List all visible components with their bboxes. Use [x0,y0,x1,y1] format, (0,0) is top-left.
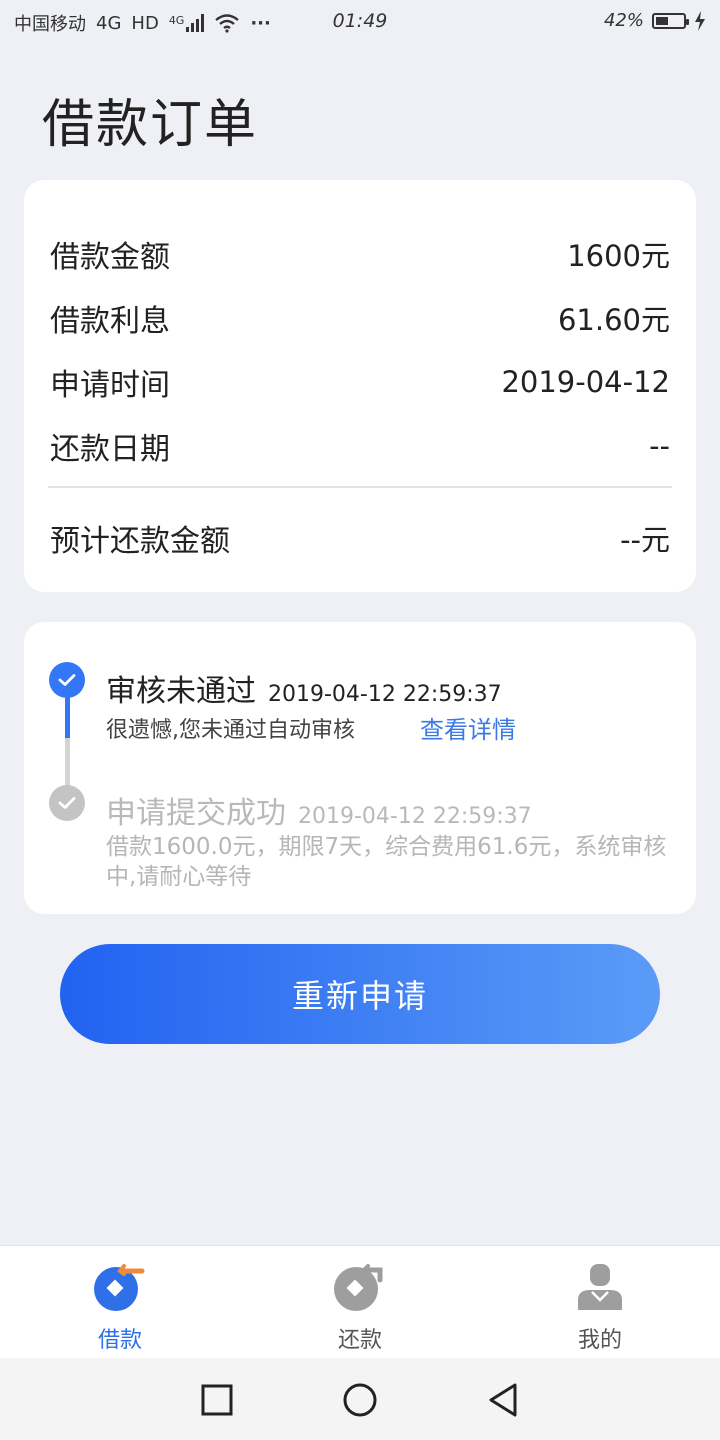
timeline-item-rejected: 审核未通过 2019-04-12 22:59:37 [106,666,502,710]
info-row-apply-time: 申请时间 2019-04-12 [50,360,670,404]
profile-icon [574,1262,626,1312]
timeline-title: 审核未通过 [106,674,256,709]
timeline-title: 申请提交成功 [106,796,286,831]
tab-repay[interactable]: 还款 [240,1246,480,1359]
timeline-item-submitted: 申请提交成功 2019-04-12 22:59:37 [106,788,532,832]
interest-value: 61.60元 [557,303,670,337]
amount-label: 借款金额 [50,240,170,275]
repay-icon [334,1262,386,1312]
view-details-link[interactable]: 查看详情 [420,710,516,745]
check-icon [49,785,85,821]
page-title: 借款订单 [42,95,259,155]
order-info-card: 借款金额 1600元 借款利息 61.60元 申请时间 2019-04-12 还… [24,180,696,592]
info-row-repay-date: 还款日期 -- [50,424,670,468]
page: 中国移动 4G HD 4G ··· 01:49 42% 借款订单 借款金额 16… [0,0,720,1440]
timeline-time: 2019-04-12 22:59:37 [298,804,532,829]
divider [48,486,672,488]
loan-icon [94,1262,146,1312]
status-timeline-card: 审核未通过 2019-04-12 22:59:37 很遗憾,您未通过自动审核 查… [24,622,696,914]
timeline-line-active [65,696,70,738]
timeline-desc: 很遗憾,您未通过自动审核 [106,718,355,743]
reapply-button[interactable]: 重新申请 [60,944,660,1044]
charging-icon [695,10,705,31]
system-nav-bar [0,1358,720,1440]
tab-label: 还款 [337,1328,382,1353]
tab-mine[interactable]: 我的 [480,1246,720,1359]
recent-apps-icon[interactable] [197,1380,237,1420]
tab-label: 借款 [97,1328,142,1353]
info-row-amount: 借款金额 1600元 [50,232,670,276]
info-row-total: 预计还款金额 --元 [50,516,670,560]
total-value: --元 [620,523,670,557]
info-row-interest: 借款利息 61.60元 [50,296,670,340]
status-bar: 中国移动 4G HD 4G ··· 01:49 42% [0,0,720,46]
back-icon[interactable] [483,1380,523,1420]
tab-label: 我的 [577,1328,622,1353]
total-label: 预计还款金额 [50,524,230,559]
home-icon[interactable] [340,1380,380,1420]
tab-loan[interactable]: 借款 [0,1246,240,1359]
timeline-time: 2019-04-12 22:59:37 [268,682,502,707]
apply-time-value: 2019-04-12 [501,365,670,399]
interest-label: 借款利息 [50,304,170,339]
timeline-line-inactive [65,738,70,792]
timeline-desc: 借款1600.0元，期限7天，综合费用61.6元，系统审核中,请耐心等待 [106,834,667,890]
bottom-tab-bar: 借款 还款 我的 [0,1245,720,1359]
battery-percent: 42% [603,10,644,31]
battery-icon [652,12,689,29]
apply-time-label: 申请时间 [50,368,170,403]
repay-date-label: 还款日期 [50,432,170,467]
repay-date-value: -- [649,429,670,463]
amount-value: 1600元 [567,239,670,273]
check-icon [49,662,85,698]
